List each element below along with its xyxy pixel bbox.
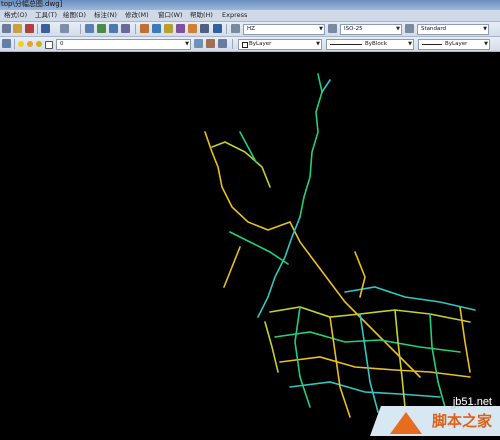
toolbar-separator: [226, 24, 227, 34]
layer-states-icon[interactable]: [218, 39, 227, 48]
layer-color-swatch: [45, 41, 53, 49]
color-value: ByLayer: [249, 41, 272, 47]
standard-toolbar: HZ ▼ ISO-25 ▼ Standard ▼: [0, 22, 500, 37]
sheet-set-icon[interactable]: [176, 24, 185, 33]
watermark-site: jb51.net: [452, 396, 492, 408]
linetype-sample: [330, 44, 362, 45]
make-current-icon[interactable]: [194, 39, 203, 48]
chevron-down-icon: ▼: [396, 26, 400, 32]
watermark-brand: 脚本之家: [431, 412, 492, 430]
layer-previous-icon[interactable]: [206, 39, 215, 48]
watermark: jb51.net 脚本之家: [370, 384, 500, 436]
lineweight-value: ByLayer: [445, 41, 468, 47]
road-line: [239, 131, 257, 163]
redo-icon[interactable]: [60, 24, 69, 33]
watermark-logo-icon: [390, 412, 422, 434]
menu-format[interactable]: 格式(O): [4, 10, 27, 21]
layer-freeze-icon[interactable]: [27, 41, 33, 47]
toolbar-separator: [80, 24, 81, 34]
road-line: [223, 246, 241, 288]
road-line: [294, 306, 311, 408]
road-line: [289, 221, 421, 378]
dim-style-icon: [328, 24, 337, 33]
road-line: [344, 286, 476, 311]
chevron-down-icon: ▼: [483, 26, 487, 32]
lineweight-select[interactable]: ByLayer ▼: [418, 39, 490, 50]
layer-value: 0: [60, 41, 64, 47]
road-network-drawing: [204, 73, 476, 418]
layer-select[interactable]: 0 ▼: [56, 39, 191, 50]
layer-lock-icon[interactable]: [36, 41, 42, 47]
menu-dimension[interactable]: 标注(N): [94, 10, 117, 21]
text-style-value: HZ: [247, 26, 255, 32]
road-line: [279, 356, 471, 378]
layers-toolbar: 0 ▼ ByLayer ▼ ByBlock ▼ ByLayer ▼: [0, 37, 500, 52]
cut-icon[interactable]: [25, 24, 34, 33]
markup-icon[interactable]: [188, 24, 197, 33]
road-line: [329, 316, 351, 418]
text-style-select[interactable]: HZ ▼: [243, 24, 325, 35]
undo-icon[interactable]: [41, 24, 50, 33]
toolbar-separator: [232, 39, 233, 49]
linetype-value: ByBlock: [365, 41, 387, 47]
layer-manager-icon[interactable]: [2, 39, 11, 48]
menu-draw[interactable]: 绘图(D): [63, 10, 86, 21]
road-line: [229, 231, 289, 265]
menu-bar: 格式(O) 工具(T) 绘图(D) 标注(N) 修改(M) 窗口(W) 帮助(H…: [0, 10, 500, 22]
menu-modify[interactable]: 修改(M): [125, 10, 149, 21]
menu-express[interactable]: Express: [222, 10, 247, 21]
zoom-window-icon[interactable]: [109, 24, 118, 33]
help-icon[interactable]: [213, 24, 222, 33]
chevron-down-icon: ▼: [408, 41, 412, 47]
layer-on-icon[interactable]: [18, 41, 24, 47]
road-line: [459, 306, 471, 373]
drawing-canvas[interactable]: jb51.net 脚本之家: [0, 52, 500, 436]
road-line: [299, 73, 323, 218]
design-center-icon[interactable]: [152, 24, 161, 33]
menu-window[interactable]: 窗口(W): [158, 10, 183, 21]
open-icon[interactable]: [2, 24, 11, 33]
chevron-down-icon: ▼: [484, 41, 488, 47]
properties-icon[interactable]: [140, 24, 149, 33]
road-line: [257, 216, 301, 318]
color-select[interactable]: ByLayer ▼: [238, 39, 322, 50]
table-style-select[interactable]: Standard ▼: [417, 24, 489, 35]
title-bar: top\分幅总图.dwg]: [0, 0, 500, 10]
zoom-realtime-icon[interactable]: [97, 24, 106, 33]
text-style-icon: [231, 24, 240, 33]
chevron-down-icon: ▼: [319, 26, 323, 32]
table-style-value: Standard: [421, 26, 447, 32]
chevron-down-icon: ▼: [316, 41, 320, 47]
dim-style-value: ISO-25: [344, 26, 363, 32]
road-line: [321, 79, 331, 93]
menu-help[interactable]: 帮助(H): [190, 10, 213, 21]
table-style-icon: [405, 24, 414, 33]
save-icon[interactable]: [13, 24, 22, 33]
window-title: top\分幅总图.dwg]: [1, 0, 63, 8]
chevron-down-icon: ▼: [185, 41, 189, 47]
tool-palettes-icon[interactable]: [164, 24, 173, 33]
zoom-previous-icon[interactable]: [121, 24, 130, 33]
linetype-select[interactable]: ByBlock ▼: [326, 39, 414, 50]
quickcalc-icon[interactable]: [200, 24, 209, 33]
dim-style-select[interactable]: ISO-25 ▼: [340, 24, 402, 35]
menu-tools[interactable]: 工具(T): [35, 10, 57, 21]
toolbar-separator: [14, 39, 15, 49]
pan-icon[interactable]: [85, 24, 94, 33]
toolbar-separator: [135, 24, 136, 34]
toolbar-separator: [37, 24, 38, 34]
road-line: [264, 321, 279, 373]
lineweight-sample: [422, 44, 442, 45]
color-swatch: [242, 42, 248, 48]
